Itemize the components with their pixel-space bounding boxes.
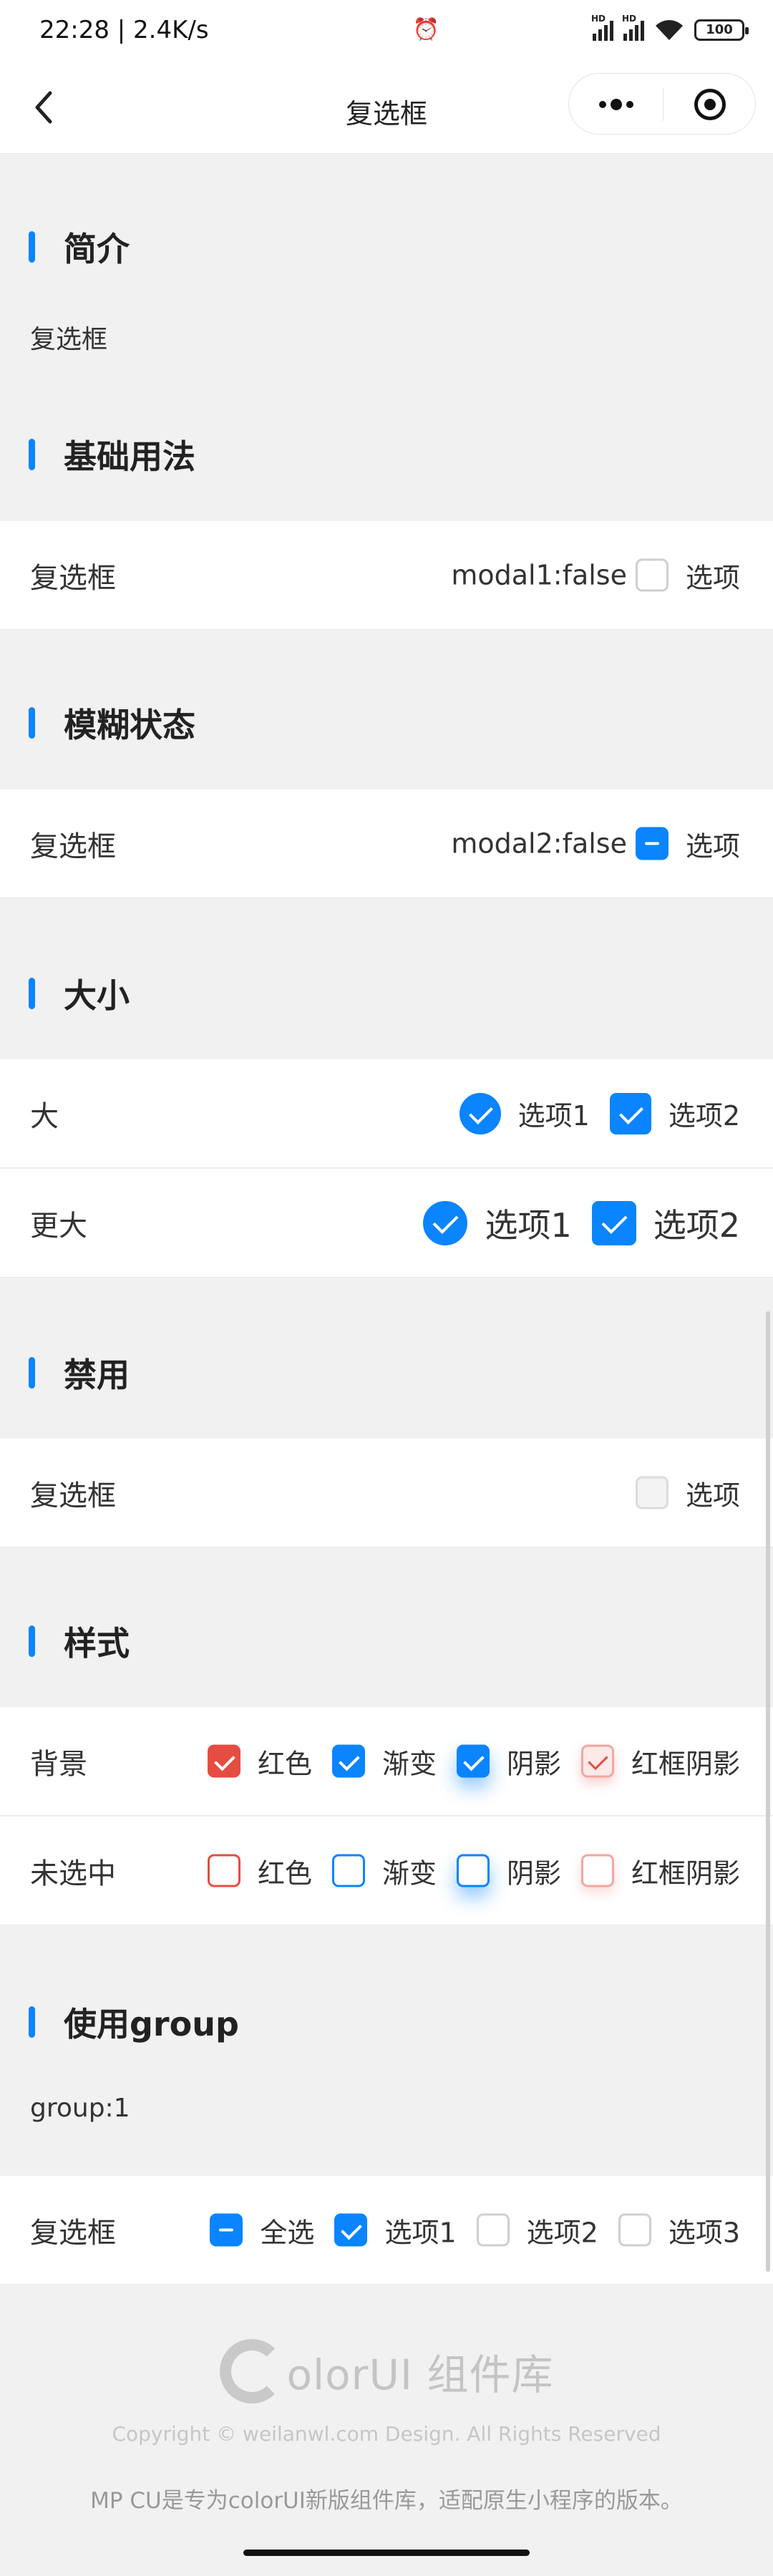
option-label: 渐变 [381,1857,437,1889]
option-label: 渐变 [381,1748,437,1779]
modal1-value: modal1:false [451,559,627,591]
round-checkbox[interactable] [459,1092,501,1134]
section-title-disabled: 禁用 [29,1351,130,1394]
option-label: 选项 [685,562,740,593]
option-label: 红色 [257,1857,312,1889]
style-gradient-option[interactable]: 渐变 [331,1741,437,1781]
style-red-option[interactable]: 红色 [207,1741,312,1781]
shadow-checkbox[interactable] [456,1744,490,1778]
logo-icon [219,2339,284,2404]
red-checkbox[interactable] [207,1744,240,1778]
size-row-xlarge: 更大 选项1 选项2 [0,1169,773,1278]
red-shadow-checkbox[interactable] [580,1744,614,1778]
status-time: 22:28 | 2.4K/s [39,16,209,44]
modal2-value: modal2:false [451,827,627,860]
row-label: 复选框 [30,830,116,863]
style-row-unchecked: 未选中 红色 渐变 阴影 红框阴影 [0,1817,773,1925]
style-shadow-option[interactable]: 阴影 [456,1851,561,1890]
disabled-checkbox [635,1476,669,1510]
select-all-checkbox[interactable] [210,2213,243,2247]
option-label: 阴影 [506,1857,561,1889]
section-title-basic: 基础用法 [29,433,195,476]
row-label: 更大 [30,1209,87,1243]
red-shadow-checkbox[interactable] [580,1854,614,1887]
scrollbar[interactable] [766,1311,770,2272]
group-option-2[interactable]: 选项2 [476,2210,598,2250]
group-row: 复选框 全选 选项1 选项2 选项3 [0,2176,773,2285]
more-icon[interactable] [569,74,663,135]
close-miniprogram-icon[interactable] [663,74,757,135]
alarm-icon: ⏰ [412,17,439,42]
style-redshadow-option[interactable]: 红框阴影 [580,1741,740,1781]
option-label: 红框阴影 [631,1857,740,1889]
disabled-row: 复选框 选项 [0,1439,773,1547]
section-title-indeterminate: 模糊状态 [29,701,195,744]
section-title-group: 使用group [29,2001,239,2043]
size-xlarge-option-1[interactable]: 选项1 [423,1200,572,1247]
indeterminate-checkbox[interactable] [635,827,669,860]
red-checkbox[interactable] [207,1854,240,1887]
option-label: 阴影 [506,1748,561,1779]
checkbox[interactable] [618,2213,651,2247]
size-xlarge-option-2[interactable]: 选项2 [591,1200,740,1247]
status-icons: ⏰ HD HD 100 [412,14,749,42]
row-label: 复选框 [30,561,116,595]
option-label: 红色 [257,1748,312,1779]
group-option-3[interactable]: 选项3 [618,2210,740,2250]
square-checkbox[interactable] [591,1200,636,1245]
size-large-option-2[interactable]: 选项2 [609,1092,740,1134]
select-all-option[interactable]: 全选 [210,2210,314,2250]
wifi-icon [656,19,683,40]
signal-icon: HD [591,14,613,41]
checkbox[interactable] [476,2213,510,2247]
square-checkbox[interactable] [609,1092,651,1134]
section-title-style: 样式 [29,1620,130,1663]
shadow-checkbox[interactable] [456,1854,490,1887]
option-label: 选项1 [485,1205,572,1245]
row-label: 未选中 [30,1857,116,1890]
option-label: 红框阴影 [631,1748,740,1779]
nav-bar: 复选框 [0,64,773,154]
size-large-option-1[interactable]: 选项1 [459,1092,590,1134]
style-redshadow-option[interactable]: 红框阴影 [580,1851,740,1890]
style-row-checked: 背景 红色 渐变 阴影 红框阴影 [0,1707,773,1816]
indeterminate-row: 复选框 modal2:false 选项 [0,789,773,898]
option-label: 选项3 [668,2217,740,2248]
basic-row: 复选框 modal1:false 选项 [0,521,773,630]
option-label: 选项 [685,1479,740,1511]
option-label: 选项1 [517,1100,590,1132]
battery-icon: 100 [694,19,749,41]
row-label: 复选框 [30,2216,116,2250]
colorui-logo: olorUI 组件库 [0,2339,773,2404]
row-label: 大 [30,1099,59,1133]
gradient-checkbox[interactable] [331,1854,365,1887]
copyright-text: Copyright © weilanwl.com Design. All Rig… [112,2422,661,2446]
footer-note: MP CU是专为colorUI新版组件库，适配原生小程序的版本。 [90,2488,683,2514]
intro-text: 复选框 [30,325,108,354]
section-title-size: 大小 [29,972,130,1015]
option-label: 选项2 [653,1205,740,1245]
row-label: 背景 [30,1747,87,1781]
option-label: 选项2 [526,2217,598,2248]
status-bar: 22:28 | 2.4K/s ⏰ HD HD 100 [0,0,773,64]
group-option-1[interactable]: 选项1 [334,2210,457,2250]
basic-checkbox[interactable] [635,558,669,592]
size-row-large: 大 选项1 选项2 [0,1059,773,1168]
style-shadow-option[interactable]: 阴影 [456,1741,561,1781]
style-red-option[interactable]: 红色 [207,1851,312,1890]
group-value: group:1 [30,2094,130,2123]
checkbox[interactable] [334,2213,368,2247]
round-checkbox[interactable] [423,1200,468,1245]
section-title-intro: 简介 [29,225,130,268]
option-label: 选项 [685,830,740,862]
home-indicator[interactable] [243,2550,530,2556]
option-label: 全选 [260,2217,315,2248]
signal-icon-2: HD [622,14,644,41]
row-label: 复选框 [30,1479,116,1512]
style-gradient-option[interactable]: 渐变 [331,1851,437,1890]
gradient-checkbox[interactable] [331,1744,365,1778]
option-label: 选项2 [668,1100,740,1132]
miniprogram-capsule [568,73,756,135]
option-label: 选项1 [384,2217,457,2248]
